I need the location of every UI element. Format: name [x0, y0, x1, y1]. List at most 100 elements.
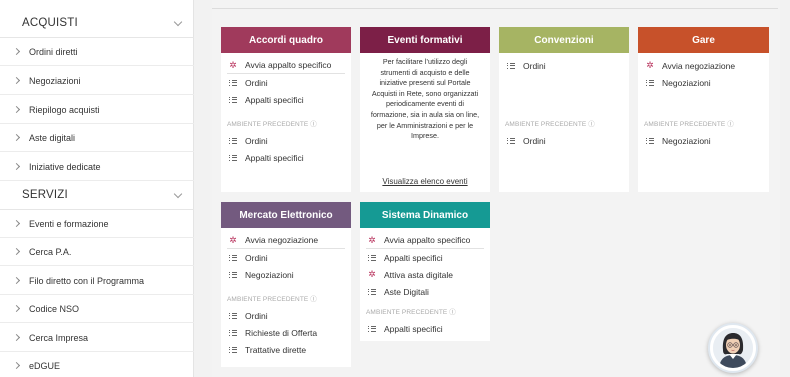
link-appalti-specifici[interactable]: Appalti specifici [227, 91, 345, 108]
list-icon [227, 96, 239, 103]
spark-icon: ✲ [229, 234, 237, 245]
chevron-right-icon [14, 305, 22, 313]
list-icon [227, 254, 239, 261]
list-icon [644, 137, 656, 144]
sidebar-item-negoziazioni[interactable]: Negoziazioni [0, 67, 194, 95]
link-label: Appalti specifici [384, 323, 443, 334]
link-negoziazioni[interactable]: Negoziazioni [227, 266, 345, 283]
visualizza-eventi-link[interactable]: Visualizza elenco eventi [360, 177, 490, 186]
chevron-right-icon [14, 77, 22, 85]
spark-icon: ✲ [368, 269, 376, 279]
list-icon [366, 288, 378, 295]
link-negoziazioni-prev[interactable]: Negoziazioni [644, 132, 763, 149]
ambiente-precedente-label: AMBIENTE PRECEDENTE ⓘ [505, 121, 595, 128]
sidebar-item-riepilogo-acquisti[interactable]: Riepilogo acquisti [0, 96, 194, 124]
sidebar-item-label: Eventi e formazione [29, 218, 109, 229]
link-trattative-dirette[interactable]: Trattative dirette [227, 341, 345, 358]
link-appalti-specifici-prev[interactable]: Appalti specifici [227, 149, 345, 166]
sidebar-item-cerca-pa[interactable]: Cerca P.A. [0, 238, 194, 266]
list-icon [227, 312, 239, 319]
list-icon [505, 62, 517, 69]
card-header[interactable]: Sistema Dinamico [360, 202, 490, 228]
spark-icon: ✲ [229, 59, 237, 70]
card-header[interactable]: Mercato Elettronico [221, 202, 351, 228]
assistant-avatar-button[interactable] [708, 323, 758, 373]
link-appalti-specifici[interactable]: Appalti specifici [366, 249, 484, 266]
section-acquisti[interactable]: ACQUISTI [0, 8, 194, 38]
list-icon [227, 329, 239, 336]
sidebar-item-label: Filo diretto con il Programma [29, 275, 145, 286]
card-sistema-dinamico: Sistema Dinamico ✲ Avvia appalto specific… [360, 202, 490, 341]
ambiente-precedente-label: AMBIENTE PRECEDENTE ⓘ [366, 309, 456, 316]
main-area: Accordi quadro ✲ Avvia appalto specifico … [212, 0, 780, 377]
section-title: ACQUISTI [22, 16, 78, 29]
spark-icon: ✲ [646, 60, 654, 70]
link-label: Negoziazioni [662, 135, 711, 146]
link-label: Ordini [245, 252, 268, 263]
sidebar-item-eventi-formazione[interactable]: Eventi e formazione [0, 210, 194, 238]
link-label: Avvia negoziazione [245, 235, 319, 245]
list-icon [505, 137, 517, 144]
link-richieste-di-offerta[interactable]: Richieste di Offerta [227, 324, 345, 341]
chevron-right-icon [14, 106, 22, 114]
link-ordini-prev[interactable]: Ordini [505, 132, 623, 149]
card-convenzioni: Convenzioni Ordini AMBIENTE PRECEDENTE ⓘ… [499, 27, 629, 192]
link-label: Ordini [245, 310, 268, 321]
link-label: Appalti specifici [245, 94, 304, 105]
link-attiva-asta-digitale[interactable]: ✲ Attiva asta digitale [366, 266, 484, 283]
section-servizi[interactable]: SERVIZI [0, 180, 194, 210]
chevron-down-icon[interactable] [174, 19, 182, 27]
card-header[interactable]: Gare [638, 27, 769, 53]
card-gare: Gare ✲ Avvia negoziazione Negoziazioni AM… [638, 27, 769, 192]
card-header[interactable]: Eventi formativi [360, 27, 490, 53]
list-icon [227, 79, 239, 86]
card-header[interactable]: Convenzioni [499, 27, 629, 53]
link-avvia-negoziazione[interactable]: ✲ Avvia negoziazione [644, 57, 763, 74]
link-label: Avvia appalto specifico [384, 235, 471, 245]
sidebar-item-label: Cerca Impresa [29, 332, 89, 343]
sidebar-item-cerca-impresa[interactable]: Cerca Impresa [0, 324, 194, 352]
sidebar-item-iniziative-dedicate[interactable]: Iniziative dedicate [0, 153, 194, 181]
link-label: Richieste di Offerta [245, 327, 318, 338]
chevron-down-icon[interactable] [174, 191, 182, 199]
sidebar-item-ordini-diretti[interactable]: Ordini diretti [0, 38, 194, 66]
link-label: Attiva asta digitale [384, 269, 453, 280]
sidebar-item-edgue[interactable]: eDGUE [0, 352, 194, 377]
link-label: Aste Digitali [384, 286, 429, 297]
link-avvia-appalto-specifico[interactable]: ✲ Avvia appalto specifico [366, 232, 484, 249]
link-label: Avvia appalto specifico [245, 60, 332, 70]
list-icon [227, 137, 239, 144]
link-ordini-prev[interactable]: Ordini [227, 307, 345, 324]
chevron-right-icon [14, 334, 22, 342]
link-ordini[interactable]: Ordini [227, 74, 345, 91]
link-negoziazioni[interactable]: Negoziazioni [644, 74, 763, 91]
sidebar-item-aste-digitali[interactable]: Aste digitali [0, 124, 194, 152]
sidebar: ACQUISTI Ordini diretti Negoziazioni Rie… [0, 0, 194, 377]
link-label: Negoziazioni [245, 269, 294, 280]
ambiente-precedente-label: AMBIENTE PRECEDENTE ⓘ [227, 121, 317, 128]
chevron-right-icon [14, 277, 22, 285]
divider [212, 8, 778, 9]
chevron-right-icon [14, 362, 22, 370]
card-header[interactable]: Accordi quadro [221, 27, 351, 53]
link-appalti-specifici-prev[interactable]: Appalti specifici [366, 320, 484, 337]
sidebar-item-label: Aste digitali [29, 132, 76, 143]
sidebar-item-codice-nso[interactable]: Codice NSO [0, 295, 194, 323]
sidebar-item-filo-diretto[interactable]: Filo diretto con il Programma [0, 267, 194, 295]
link-avvia-appalto-specifico[interactable]: ✲ Avvia appalto specifico [227, 57, 345, 74]
card-mercato-elettronico: Mercato Elettronico ✲ Avvia negoziazione … [221, 202, 351, 367]
list-icon [366, 325, 378, 332]
sidebar-item-label: Iniziative dedicate [29, 161, 101, 172]
link-label: Avvia negoziazione [662, 60, 736, 71]
link-ordini[interactable]: Ordini [227, 249, 345, 266]
link-label: Appalti specifici [245, 152, 304, 163]
chevron-right-icon [14, 220, 22, 228]
link-ordini[interactable]: Ordini [505, 57, 623, 74]
list-icon [644, 79, 656, 86]
link-ordini-prev[interactable]: Ordini [227, 132, 345, 149]
sidebar-item-label: eDGUE [29, 360, 61, 371]
sidebar-item-label: Codice NSO [29, 303, 80, 314]
link-avvia-negoziazione[interactable]: ✲ Avvia negoziazione [227, 232, 345, 249]
link-aste-digitali[interactable]: Aste Digitali [366, 283, 484, 300]
link-label: Ordini [523, 60, 546, 71]
